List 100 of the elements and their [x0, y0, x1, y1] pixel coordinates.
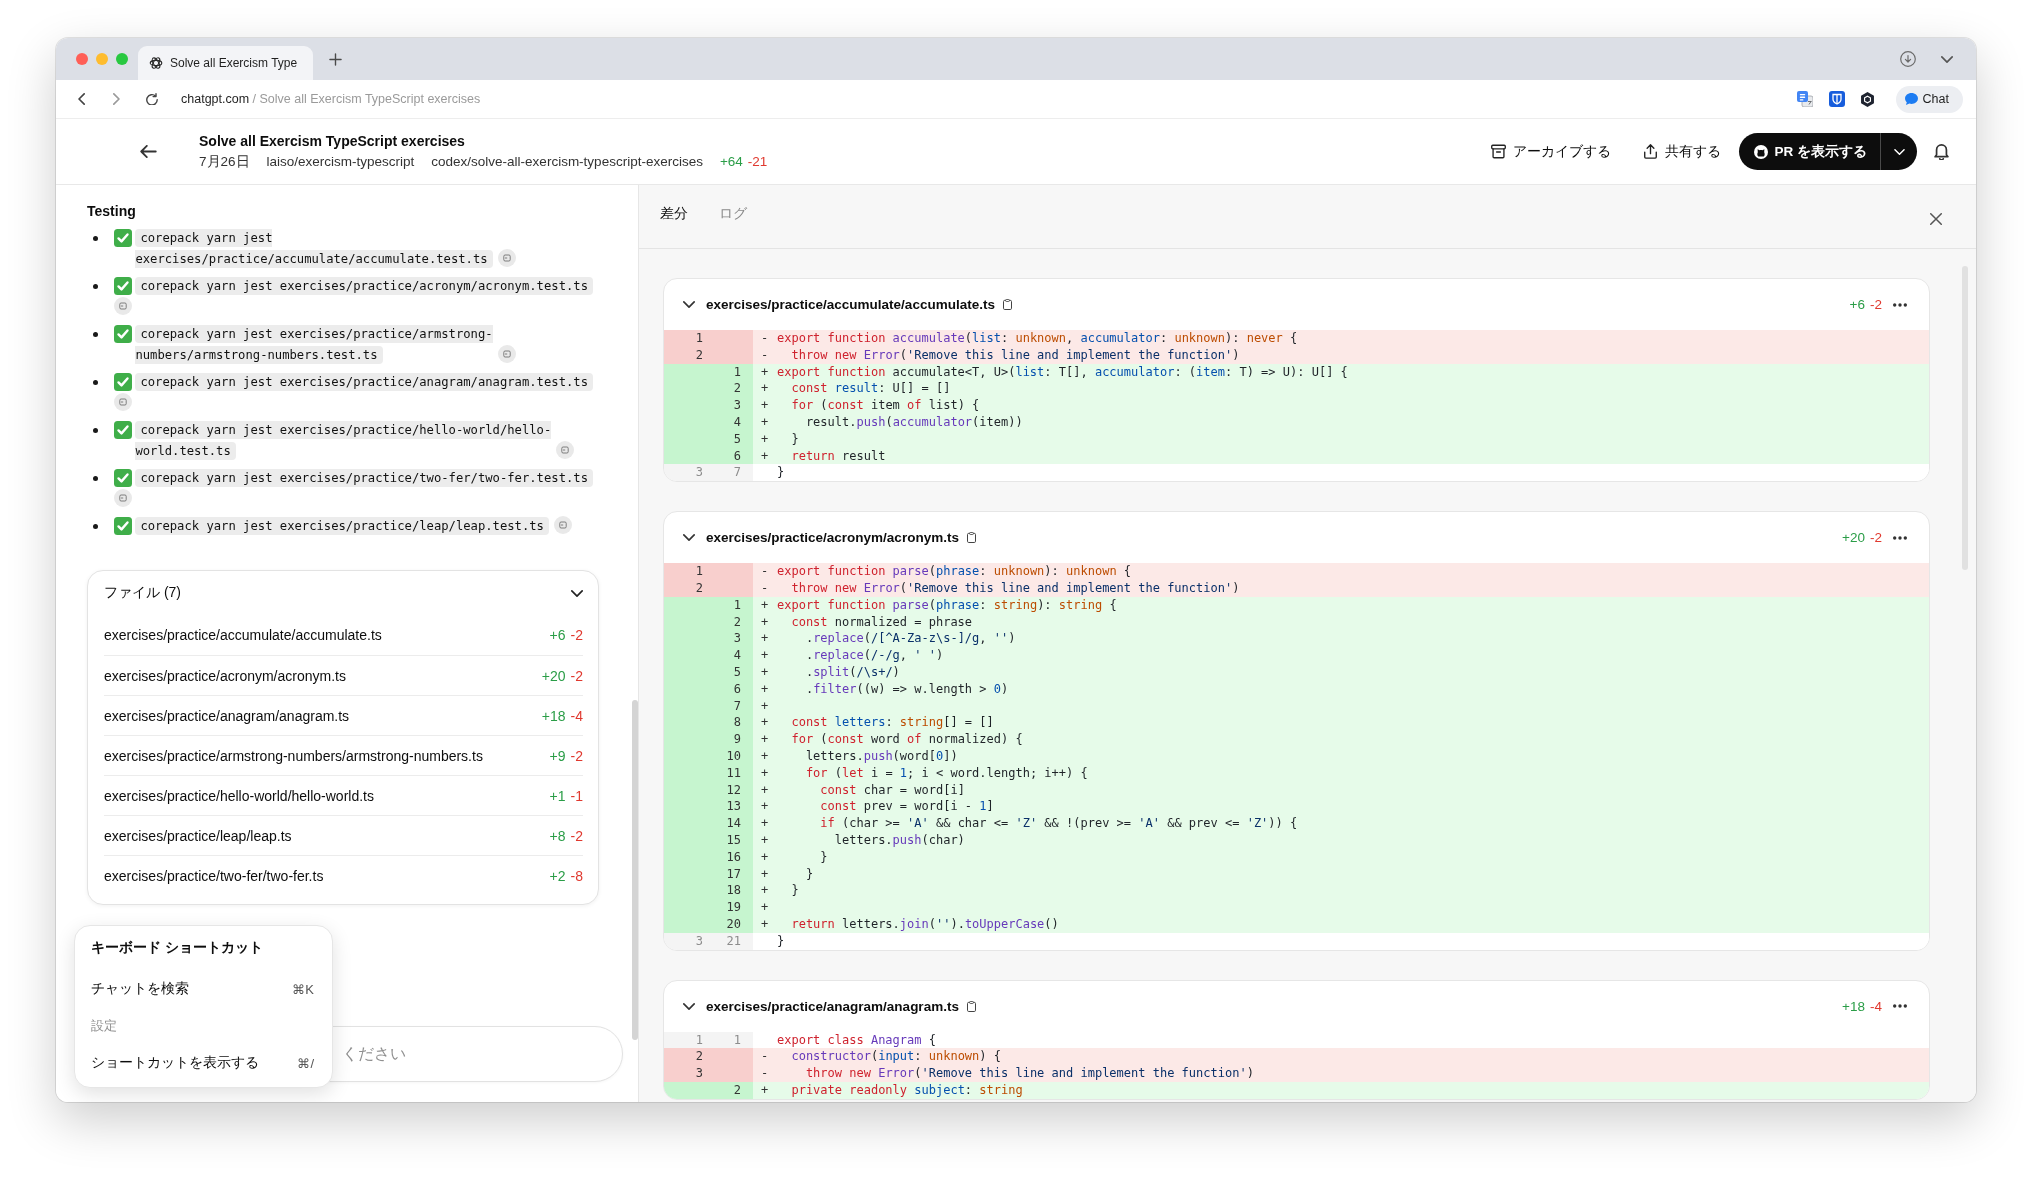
section-heading: Testing	[87, 202, 137, 220]
code-line: }	[777, 464, 785, 482]
diff-sign: -	[761, 1049, 769, 1064]
diff-sign: +	[761, 866, 769, 881]
additions-count: +9	[549, 747, 566, 764]
code-line: for (const word of normalized) {	[790, 731, 1023, 748]
line-number: 17	[726, 865, 741, 883]
line-number: 1	[733, 363, 741, 381]
code-line: }	[790, 882, 799, 900]
deletions-count: -2	[570, 667, 583, 684]
additions-count: +20	[1842, 530, 1865, 546]
branch-name: codex/solve-all-exercism-typescript-exercises	[431, 153, 703, 171]
diff-sign: +	[761, 900, 769, 915]
deletions-count: -4	[570, 707, 583, 724]
code-line: if (char >= 'A' && char <= 'Z' && !(prev >= 'A' && prev <= 'Z')) {	[819, 815, 1298, 832]
deletions-count: -2	[1870, 530, 1882, 546]
code-line: return letters.join('').toUpperCase()	[790, 915, 1059, 933]
line-number: 3	[695, 1065, 703, 1082]
line-number: 14	[726, 815, 741, 832]
additions-count: +18	[1842, 998, 1865, 1014]
diff-sign: +	[761, 916, 769, 931]
deletions-count: -2	[1870, 297, 1882, 312]
diff-sign: +	[761, 1082, 769, 1097]
shortcut-keys: ⌘K	[292, 981, 314, 997]
diff-sign: +	[761, 799, 769, 814]
diff-sign: +	[761, 448, 769, 463]
code-line: const prev = word[i - 1]	[819, 798, 994, 816]
code-line: const normalized = phrase	[790, 613, 973, 631]
additions-count: +64	[719, 153, 743, 171]
command-text: corepack yarn jest exercises/practice/hello-world/hello-world.test.ts	[135, 420, 553, 462]
code-line: export function accumulate(list: unknown, accumulator: unknown): never {	[777, 330, 1298, 347]
additions-count: +1	[549, 787, 566, 804]
additions-count: +18	[541, 707, 566, 724]
code-line: export function accumulate<T, U>(list: T[], accumulator: (item: T) => U): U[] {	[777, 363, 1348, 381]
diff-sign: +	[761, 698, 769, 713]
command-text: corepack yarn jest exercises/practice/two-fer/two-fer.test.ts	[135, 468, 595, 489]
line-number: 1	[695, 1031, 703, 1049]
line-number: 7	[733, 464, 741, 482]
popup-title: キーボード ショートカット	[91, 938, 264, 957]
line-number: 21	[726, 932, 741, 950]
line-number: 7	[733, 697, 741, 715]
diff-sign: +	[761, 597, 769, 612]
command-text: corepack yarn jest exercises/practice/anagram/anagram.test.ts	[135, 372, 595, 393]
line-number: 5	[733, 430, 741, 448]
line-number: 6	[733, 447, 741, 465]
line-number: 2	[695, 579, 703, 597]
code-line: private readonly subject: string	[790, 1081, 1023, 1099]
command-text: corepack yarn jest exercises/practice/acronym/acronym.test.ts	[135, 276, 595, 297]
diff-sign: +	[761, 816, 769, 831]
line-number: 1	[695, 330, 703, 347]
additions-count: +8	[549, 827, 566, 844]
deletions-count: -4	[1870, 998, 1882, 1014]
diff-sign: -	[761, 347, 769, 362]
line-number: 12	[726, 781, 741, 799]
code-line: const result: U[] = []	[790, 380, 951, 398]
deletions-count: -2	[570, 827, 583, 844]
code-line: const char = word[i]	[819, 781, 965, 799]
code-line: }	[819, 848, 828, 866]
additions-count: +6	[1849, 297, 1865, 312]
diff-sign: +	[761, 381, 769, 396]
code-line: .replace(/-/g, ' ')	[804, 647, 944, 664]
deletions-count: -21	[747, 153, 768, 171]
diff-sign: +	[761, 765, 769, 780]
line-number: 9	[733, 731, 741, 748]
code-line: for (let i = 1; i < word.length; i++) {	[804, 764, 1088, 782]
repository-name: laiso/exercism-typescript	[266, 153, 415, 171]
line-number: 8	[733, 714, 741, 732]
line-number: 10	[726, 747, 741, 765]
command-text: corepack yarn jest exercises/practice/armstrong-numbers/armstrong-numbers.test.ts	[135, 324, 494, 366]
code-line: throw new Error('Remove this line and implement the function')	[790, 346, 1240, 364]
line-number: 6	[733, 680, 741, 698]
additions-count: +2	[549, 867, 566, 884]
code-line: }	[804, 865, 814, 883]
code-line: .split(/\s+/)	[804, 663, 900, 681]
line-number: 2	[733, 613, 741, 631]
code-line: throw new Error('Remove this line and implement the function')	[790, 579, 1240, 597]
line-number: 2	[695, 1048, 703, 1066]
section-label: 設定	[91, 1017, 117, 1035]
code-line: constructor(input: unknown) {	[790, 1048, 1001, 1066]
line-number: 2	[695, 346, 703, 364]
diff-sign: +	[761, 782, 769, 797]
code-line: export class Anagram {	[777, 1031, 936, 1049]
line-number: 1	[695, 563, 703, 580]
files-heading: ファイル (7)	[104, 584, 181, 602]
additions-count: +20	[541, 667, 566, 684]
code-line: export function parse(phrase: string): string {	[777, 596, 1117, 614]
line-number: 13	[726, 798, 741, 816]
diff-sign: +	[761, 832, 769, 847]
deletions-count: -8	[570, 867, 583, 884]
code-line: .replace(/[^A-Za-z\s-]/g, '')	[804, 630, 1016, 648]
diff-sign: +	[761, 364, 769, 379]
code-line: for (const item of list) {	[790, 397, 980, 414]
diff-sign: +	[761, 614, 769, 629]
line-number: 2	[733, 1081, 741, 1099]
diff-sign: +	[761, 849, 769, 864]
code-line: letters.push(char)	[833, 831, 965, 849]
page-title: Solve all Exercism TypeScript exercises	[199, 132, 466, 150]
deletions-count: -2	[570, 747, 583, 764]
line-number: 2	[733, 380, 741, 398]
diff-sign: +	[761, 664, 769, 679]
